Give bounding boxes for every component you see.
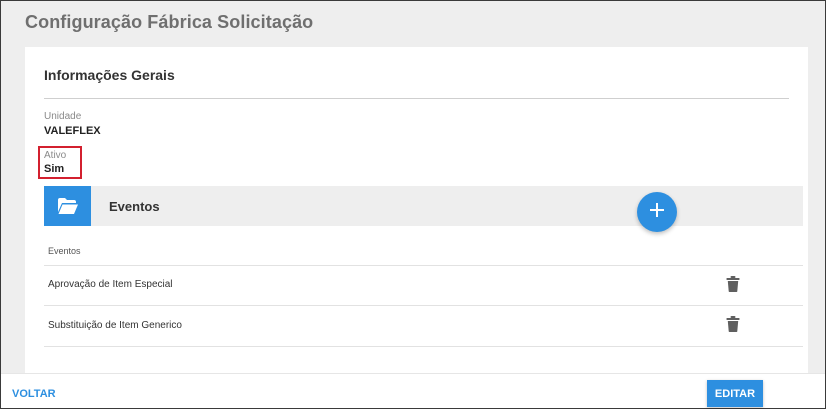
events-table-header: Eventos [48,246,81,256]
table-row: Aprovação de Item Especial [48,279,173,290]
page-header: Configuração Fábrica Solicitação [1,1,825,47]
page-title: Configuração Fábrica Solicitação [25,12,314,32]
folder-open-icon [44,186,91,226]
unidade-value: VALEFLEX [44,125,101,137]
trash-icon[interactable] [726,276,740,292]
back-button[interactable]: VOLTAR [12,388,56,400]
row-divider [44,346,803,347]
section-title: Informações Gerais [44,67,175,83]
trash-icon[interactable] [726,316,740,332]
ativo-label: Ativo [44,150,67,161]
plus-icon [650,202,664,222]
eventos-section-header: Eventos [44,186,803,226]
table-row: Substituição de Item Generico [48,320,182,331]
row-divider [44,265,803,266]
eventos-title: Eventos [109,199,160,214]
ativo-value: Sim [44,163,65,175]
unidade-label: Unidade [44,111,82,122]
footer-bar: VOLTAR EDITAR [1,373,825,408]
edit-button[interactable]: EDITAR [707,380,763,407]
general-info-card: Informações Gerais Unidade VALEFLEX Ativ… [25,47,808,373]
row-divider [44,305,803,306]
add-event-button[interactable] [637,192,677,232]
section-divider [44,98,789,99]
